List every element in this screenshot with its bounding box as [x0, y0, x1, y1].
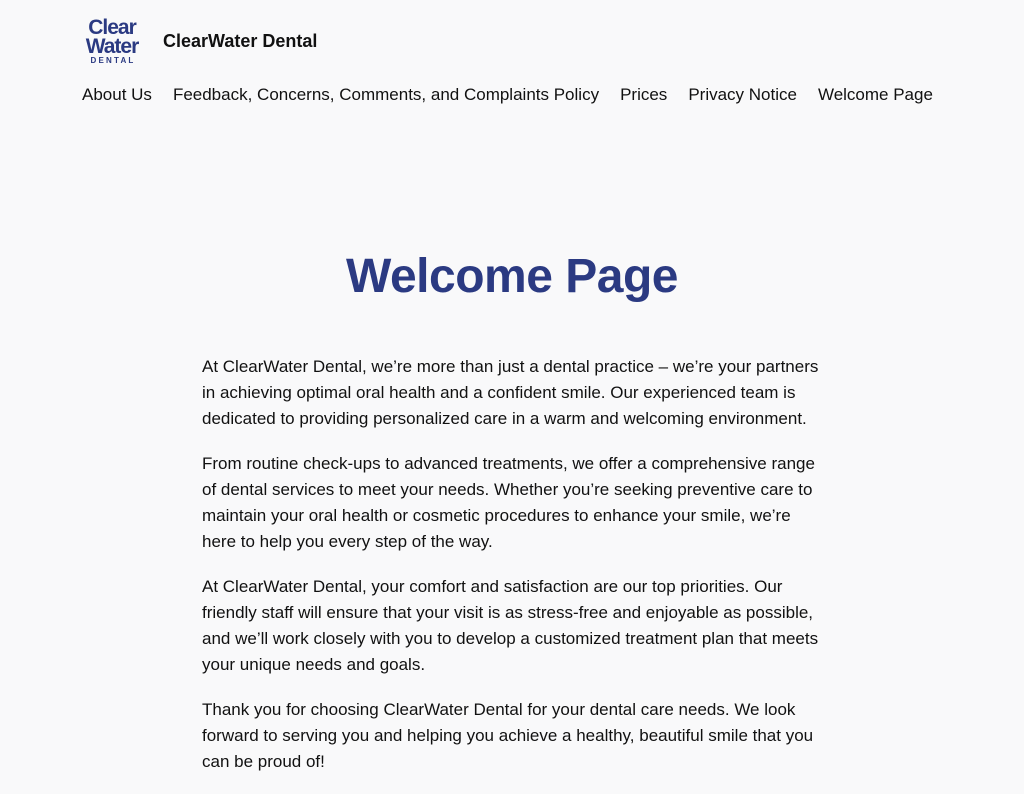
site-header: Clear Water DENTAL ClearWater Dental	[82, 17, 318, 65]
content-paragraph: At ClearWater Dental, we’re more than ju…	[202, 357, 819, 428]
logo-text-water: Water	[85, 35, 140, 58]
site-logo[interactable]: Clear Water DENTAL	[82, 17, 142, 65]
site-title-link[interactable]: ClearWater Dental	[163, 31, 317, 52]
main-navigation: About Us Feedback, Concerns, Comments, a…	[82, 84, 933, 106]
logo-text-dental: DENTAL	[90, 56, 136, 65]
content-paragraph: At ClearWater Dental, your comfort and s…	[202, 577, 819, 674]
content-paragraph: From routine check-ups to advanced treat…	[202, 454, 815, 551]
nav-item-welcome-page[interactable]: Welcome Page	[818, 84, 933, 106]
nav-item-privacy-notice[interactable]: Privacy Notice	[688, 84, 797, 106]
main-content: At ClearWater Dental, we’re more than ju…	[202, 354, 826, 794]
nav-item-about-us[interactable]: About Us	[82, 84, 152, 106]
nav-item-feedback-policy[interactable]: Feedback, Concerns, Comments, and Compla…	[173, 84, 599, 106]
nav-item-prices[interactable]: Prices	[620, 84, 667, 106]
page-title: Welcome Page	[346, 250, 678, 303]
content-paragraph: Thank you for choosing ClearWater Dental…	[202, 700, 814, 771]
